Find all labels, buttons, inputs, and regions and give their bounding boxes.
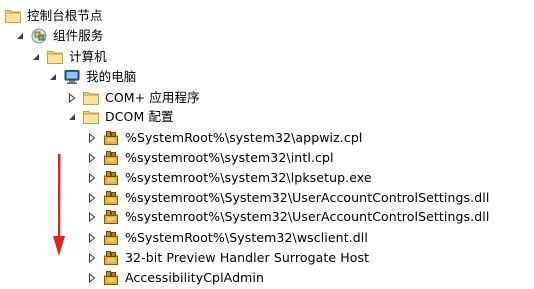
tree-node-dcom-item[interactable]: %SystemRoot%\System32\wsclient.dll bbox=[86, 228, 368, 248]
tree-node-my-computer[interactable]: 我的电脑 bbox=[47, 67, 136, 87]
tree-node-dcom-item[interactable]: %systemroot%\System32\UserAccountControl… bbox=[86, 188, 489, 208]
tree-node-label: %systemroot%\System32\UserAccountControl… bbox=[125, 190, 490, 205]
tree-node-dcom-item[interactable]: 32-bit Preview Handler Surrogate Host bbox=[86, 248, 369, 268]
tree-node-label: 计算机 bbox=[69, 49, 107, 64]
component-services-icon bbox=[30, 27, 48, 45]
dcom-app-icon bbox=[102, 189, 120, 207]
tree-node-label: COM+ 应用程序 bbox=[105, 90, 200, 105]
tree-node-dcom-item[interactable]: %systemroot%\system32\lpksetup.exe bbox=[86, 168, 372, 188]
folder-icon bbox=[46, 48, 64, 66]
tree-node-label: DCOM 配置 bbox=[105, 109, 174, 124]
dcom-app-icon bbox=[102, 149, 120, 167]
folder-icon bbox=[4, 7, 22, 25]
expand-chevron-icon[interactable] bbox=[86, 148, 98, 168]
tree-node-dcom-config[interactable]: DCOM 配置 bbox=[66, 107, 174, 127]
dcom-app-icon bbox=[102, 269, 120, 287]
collapse-chevron-icon[interactable] bbox=[47, 67, 59, 87]
tree-node-dcom-item[interactable]: %systemroot%\System32\UserAccountControl… bbox=[86, 207, 489, 227]
dcom-app-icon bbox=[102, 229, 120, 247]
expand-chevron-icon[interactable] bbox=[86, 168, 98, 188]
dcom-app-icon bbox=[102, 129, 120, 147]
tree-node-label: %systemroot%\system32\lpksetup.exe bbox=[125, 170, 372, 185]
tree-node-component-services[interactable]: 组件服务 bbox=[14, 26, 103, 46]
dcom-app-icon bbox=[102, 169, 120, 187]
expand-chevron-icon[interactable] bbox=[86, 248, 98, 268]
dcom-app-icon bbox=[102, 249, 120, 267]
collapse-chevron-icon[interactable] bbox=[30, 47, 42, 67]
tree-node-label: 32-bit Preview Handler Surrogate Host bbox=[125, 250, 370, 265]
tree-node-label: AccessibilityCplAdmin bbox=[125, 270, 264, 285]
dcom-app-icon bbox=[102, 208, 120, 226]
tree-node-label: 控制台根节点 bbox=[27, 8, 103, 23]
expand-chevron-icon[interactable] bbox=[86, 228, 98, 248]
expand-chevron-icon[interactable] bbox=[86, 207, 98, 227]
console-tree: 控制台根节点 组件服务 计算机 我的电脑 COM+ 应用程序 DCOM 配置 %… bbox=[0, 0, 534, 289]
collapse-chevron-icon[interactable] bbox=[14, 26, 26, 46]
collapse-chevron-icon[interactable] bbox=[66, 107, 78, 127]
tree-node-label: %SystemRoot%\System32\wsclient.dll bbox=[125, 230, 368, 245]
tree-node-dcom-item[interactable]: %systemroot%\system32\intl.cpl bbox=[86, 148, 334, 168]
red-down-arrow-icon bbox=[53, 154, 65, 256]
tree-node-com-plus-applications[interactable]: COM+ 应用程序 bbox=[66, 88, 200, 108]
tree-node-label: %SystemRoot%\system32\appwiz.cpl bbox=[125, 130, 363, 145]
expand-chevron-icon[interactable] bbox=[86, 128, 98, 148]
expand-chevron-icon[interactable] bbox=[86, 268, 98, 288]
computer-icon bbox=[63, 68, 81, 86]
tree-node-label: 组件服务 bbox=[53, 28, 104, 43]
tree-node-label: 我的电脑 bbox=[86, 69, 137, 84]
folder-icon bbox=[82, 108, 100, 126]
expand-chevron-icon[interactable] bbox=[66, 88, 78, 108]
tree-node-dcom-item[interactable]: AccessibilityCplAdmin bbox=[86, 268, 264, 288]
tree-node-label: %systemroot%\System32\UserAccountControl… bbox=[125, 209, 490, 224]
tree-node-dcom-item[interactable]: %SystemRoot%\system32\appwiz.cpl bbox=[86, 128, 362, 148]
expand-chevron-icon[interactable] bbox=[86, 188, 98, 208]
tree-node-root[interactable]: 控制台根节点 bbox=[4, 6, 103, 26]
tree-node-label: %systemroot%\system32\intl.cpl bbox=[125, 150, 334, 165]
folder-icon bbox=[82, 89, 100, 107]
tree-node-computers[interactable]: 计算机 bbox=[30, 47, 107, 67]
